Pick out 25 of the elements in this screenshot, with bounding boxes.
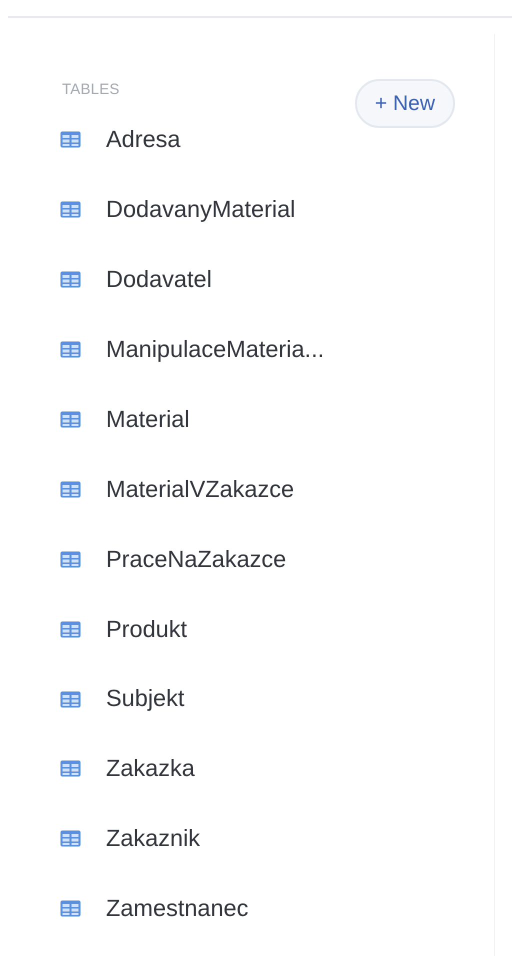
table-item[interactable]: Zakazka: [0, 734, 512, 804]
section-title: TABLES: [62, 80, 120, 100]
table-item[interactable]: Dodavatel: [0, 244, 512, 315]
table-icon: [60, 690, 81, 708]
table-item[interactable]: Material: [0, 384, 512, 454]
table-icon: [60, 830, 81, 848]
table-icon: [60, 201, 81, 218]
table-item[interactable]: Produkt: [0, 594, 512, 664]
table-item[interactable]: Zamestnanec: [0, 874, 512, 944]
table-icon: [60, 131, 81, 148]
table-icon: [60, 271, 81, 288]
table-item[interactable]: MaterialVZakazce: [0, 454, 512, 524]
new-button[interactable]: + New: [354, 79, 455, 128]
table-icon: [60, 760, 81, 778]
table-item[interactable]: ManipulaceMateria...: [0, 314, 512, 385]
table-icon: [60, 341, 81, 358]
table-item[interactable]: Subjekt: [0, 664, 512, 734]
table-icon: [60, 900, 81, 918]
table-item[interactable]: PraceNaZakazce: [0, 524, 512, 594]
table-item[interactable]: DodavanyMaterial: [0, 174, 512, 245]
table-icon: [60, 411, 81, 428]
table-icon: [60, 550, 81, 568]
table-icon: [60, 480, 81, 498]
table-icon: [60, 620, 81, 638]
table-item[interactable]: Zakaznik: [0, 804, 512, 874]
